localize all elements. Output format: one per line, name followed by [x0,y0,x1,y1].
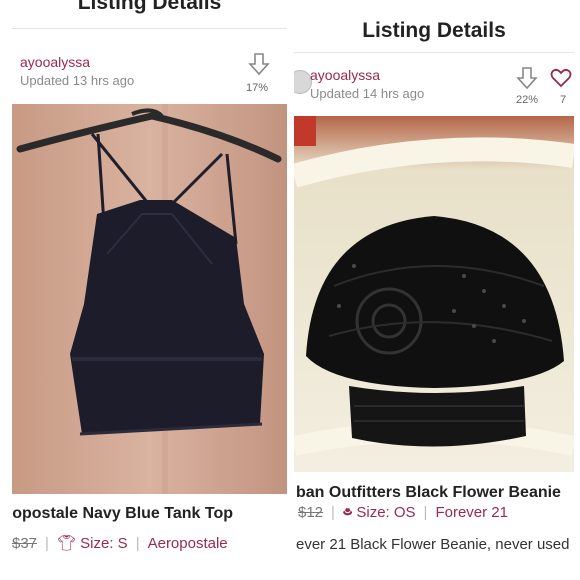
listing-title: ban Outfitters Black Flower Beanie [296,484,561,501]
original-price: $37 [12,535,38,552]
meta-separator: | [423,504,428,521]
original-price: $12 [298,504,324,521]
download-arrow-icon[interactable] [516,66,538,92]
page-title: Listing Details [362,19,506,42]
updated-time: Updated 14 hrs ago [310,86,425,101]
listing-photo[interactable] [12,104,287,494]
brand-link[interactable]: Aeropostale [148,535,228,552]
username[interactable]: ayooalyssa [310,67,380,83]
brand-link[interactable]: Forever 21 [435,504,508,521]
meta-separator: | [135,535,140,552]
listing-title: ropostale Navy Blue Tank Top [12,505,234,522]
size-label[interactable]: Size: S [80,535,128,552]
download-arrow-icon[interactable] [248,52,270,78]
user-row: ayooalyssa Updated 14 hrs ago 22% 7 [294,58,574,116]
meta-separator: | [331,504,335,521]
right-listing-panel: Listing Details ayooalyssa Updated 14 hr… [294,0,574,566]
header-divider [12,28,287,29]
size-label[interactable]: Size: OS [356,504,415,521]
hat-icon: 🎩︎ [342,504,353,521]
beanie-photo [294,116,574,472]
tank-top-photo [12,104,287,494]
username[interactable]: ayooalyssa [20,54,90,70]
listing-meta: $12 | 🎩︎ Size: OS | Forever 21 [298,504,574,523]
header-divider [294,52,574,53]
listing-photo[interactable] [294,116,574,472]
updated-time: Updated 13 hrs ago [20,73,135,88]
page-title: Listing Details [77,0,222,14]
tshirt-icon: 👕︎ [56,535,76,552]
meta-separator: | [45,535,49,552]
listing-description: ever 21 Black Flower Beanie, never used [296,536,570,553]
like-count: 7 [560,94,567,106]
listing-meta: $37 | 👕︎ Size: S | Aeropostale [12,534,287,552]
heart-icon[interactable] [550,68,572,88]
user-row: ayooalyssa Updated 13 hrs ago 17% [12,46,287,104]
share-percent: 22% [516,94,539,106]
share-percent: 17% [246,82,269,94]
left-listing-panel: Listing Details ayooalyssa Updated 13 hr… [12,0,287,566]
